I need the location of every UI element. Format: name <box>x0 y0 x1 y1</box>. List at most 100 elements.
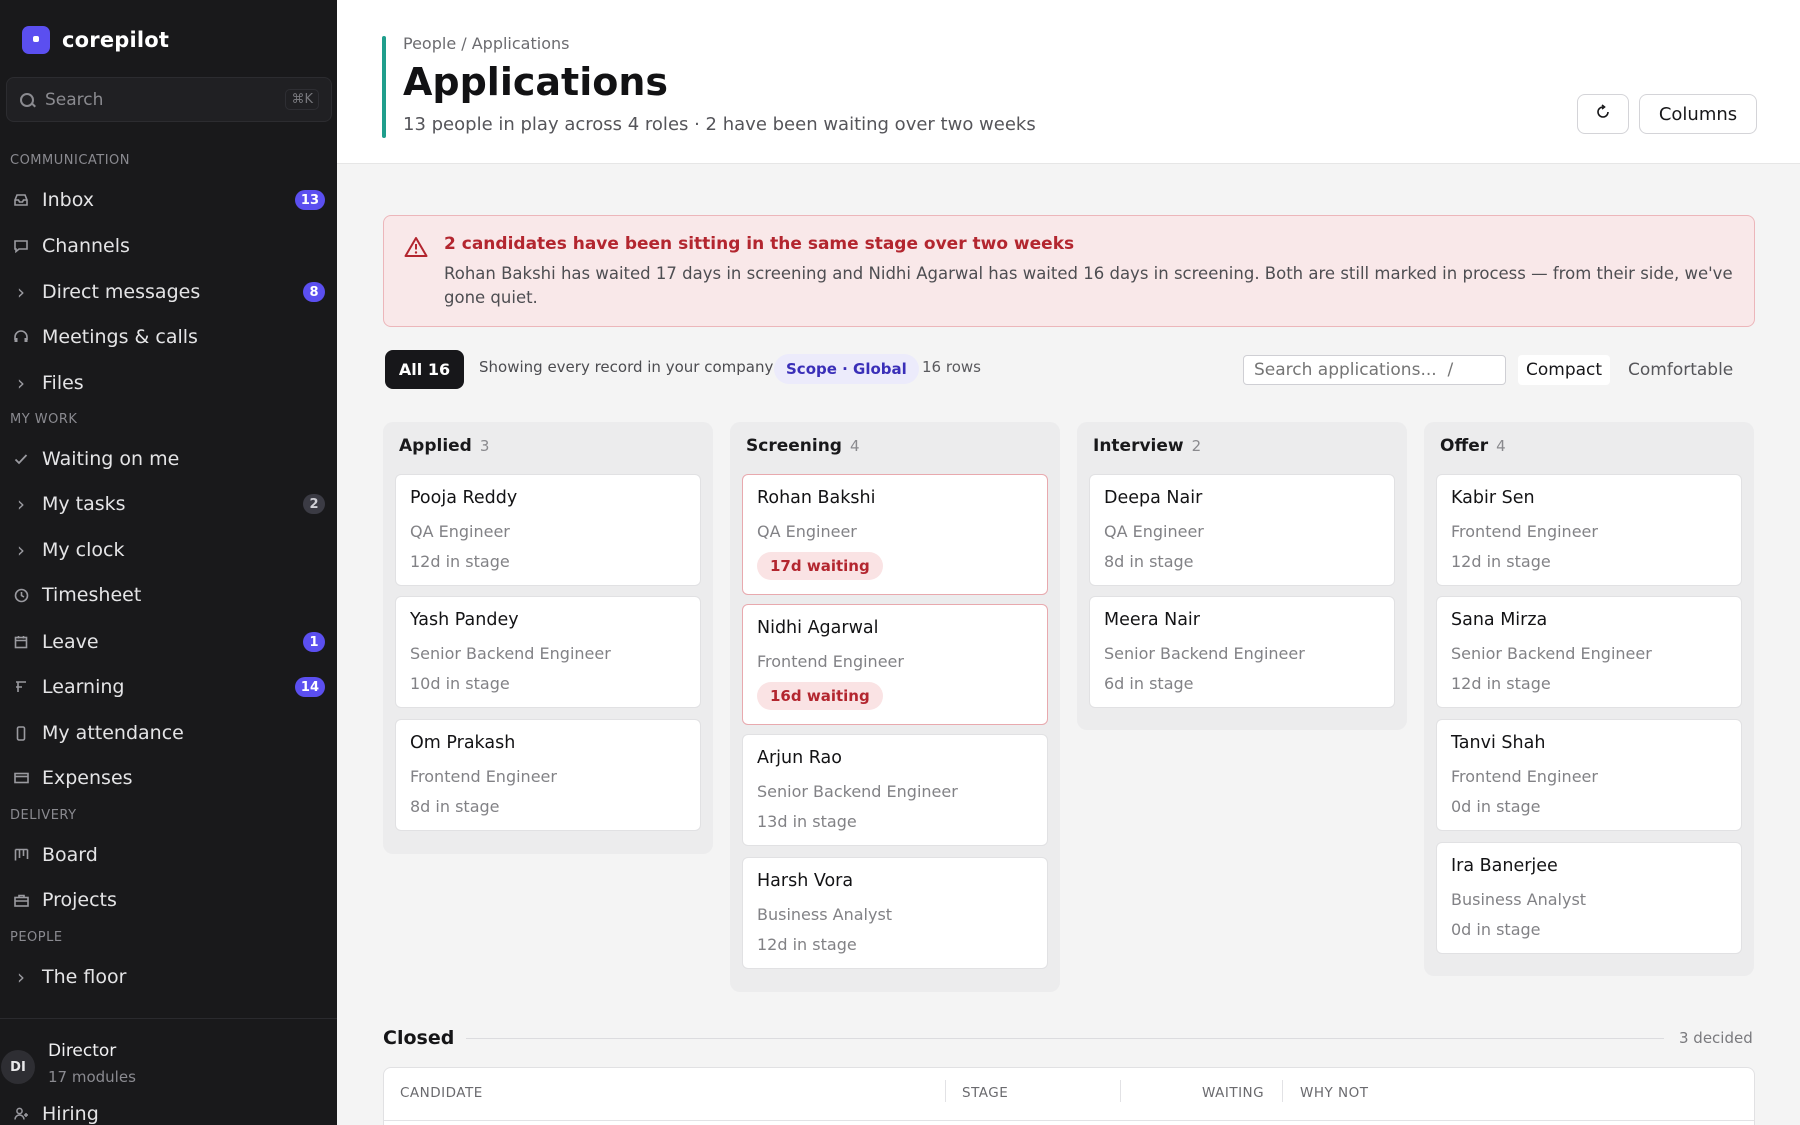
chevron-right-icon <box>12 283 30 301</box>
candidate-card[interactable]: Tanvi Shah Frontend Engineer 0d in stage <box>1436 719 1742 831</box>
candidate-card[interactable]: Yash Pandey Senior Backend Engineer 10d … <box>395 596 701 708</box>
candidate-card[interactable]: Nidhi Agarwal Frontend Engineer 16d wait… <box>742 604 1048 725</box>
th-why-not[interactable]: WHY NOT <box>1300 1085 1369 1101</box>
brand[interactable]: corepilot <box>22 26 169 54</box>
learning-badge: 14 <box>294 677 325 697</box>
sidebar-item-my-tasks[interactable]: My tasks 2 <box>0 484 337 524</box>
candidate-role: QA Engineer <box>410 522 510 541</box>
candidate-name: Meera Nair <box>1104 610 1200 630</box>
clock-icon <box>12 586 30 604</box>
candidate-card[interactable]: Rohan Bakshi QA Engineer 17d waiting <box>742 474 1048 595</box>
sidebar-item-my-attendance[interactable]: My attendance <box>0 713 337 753</box>
refresh-button[interactable] <box>1577 94 1629 134</box>
candidate-stage-time: 6d in stage <box>1104 674 1194 693</box>
sidebar-item-timesheet[interactable]: Timesheet <box>0 575 337 615</box>
candidate-card[interactable]: Sana Mirza Senior Backend Engineer 12d i… <box>1436 596 1742 708</box>
book-icon <box>12 678 30 696</box>
candidate-card[interactable]: Arjun Rao Senior Backend Engineer 13d in… <box>742 734 1048 846</box>
section-communication: COMMUNICATION <box>10 153 131 168</box>
candidate-stage-time: 8d in stage <box>1104 552 1194 571</box>
column-count: 3 <box>479 437 490 455</box>
avatar[interactable]: DI <box>1 1050 35 1084</box>
candidate-stage-time: 13d in stage <box>757 812 857 831</box>
candidate-role: QA Engineer <box>757 522 857 541</box>
chevron-right-icon <box>12 968 30 986</box>
closed-table: CANDIDATE STAGE WAITING WHY NOT <box>383 1067 1755 1125</box>
sidebar-item-projects[interactable]: Projects <box>0 880 337 920</box>
sidebar-item-hiring[interactable]: Hiring <box>0 1094 337 1125</box>
column-separator <box>1282 1080 1283 1102</box>
density-compact-toggle[interactable]: Compact <box>1518 355 1611 385</box>
th-candidate[interactable]: CANDIDATE <box>386 1085 483 1101</box>
candidate-card[interactable]: Harsh Vora Business Analyst 12d in stage <box>742 857 1048 969</box>
section-delivery: DELIVERY <box>10 808 77 823</box>
candidate-name: Om Prakash <box>410 733 516 753</box>
section-people: PEOPLE <box>10 930 63 945</box>
alert-body: Rohan Bakshi has waited 17 days in scree… <box>444 264 1733 307</box>
sidebar-item-inbox[interactable]: Inbox 13 <box>0 180 337 220</box>
density-comfortable-toggle[interactable]: Comfortable <box>1620 355 1741 385</box>
sidebar-item-files[interactable]: Files <box>0 363 337 403</box>
user-name: Director <box>48 1041 117 1061</box>
closed-section-title: Closed <box>383 1027 455 1049</box>
filter-all-pill[interactable]: All 16 <box>385 350 464 389</box>
candidate-role: Senior Backend Engineer <box>410 644 611 663</box>
sidebar-item-label: Meetings & calls <box>42 326 198 348</box>
headset-icon <box>12 328 30 346</box>
candidate-name: Kabir Sen <box>1451 488 1535 508</box>
chevron-right-icon <box>12 374 30 392</box>
candidate-card[interactable]: Om Prakash Frontend Engineer 8d in stage <box>395 719 701 831</box>
candidate-name: Yash Pandey <box>410 610 519 630</box>
sidebar-item-waiting-on-me[interactable]: Waiting on me <box>0 439 337 479</box>
candidate-card[interactable]: Kabir Sen Frontend Engineer 12d in stage <box>1436 474 1742 586</box>
table-header-divider <box>384 1120 1754 1121</box>
sidebar-item-label: Projects <box>42 889 117 911</box>
warning-icon <box>404 236 428 260</box>
column-title: Offer <box>1440 436 1489 456</box>
brand-name: corepilot <box>62 28 170 52</box>
candidate-role: Senior Backend Engineer <box>1104 644 1305 663</box>
candidate-card[interactable]: Deepa Nair QA Engineer 8d in stage <box>1089 474 1395 586</box>
candidate-name: Harsh Vora <box>757 871 854 891</box>
sidebar-item-label: Board <box>42 844 98 866</box>
candidate-stage-time: 12d in stage <box>1451 674 1551 693</box>
sidebar-item-label: Waiting on me <box>42 448 180 470</box>
search-applications-input[interactable] <box>1243 355 1506 385</box>
th-stage[interactable]: STAGE <box>962 1085 1008 1101</box>
candidate-stage-time: 0d in stage <box>1451 920 1541 939</box>
sidebar-item-channels[interactable]: Channels <box>0 226 337 266</box>
candidate-name: Arjun Rao <box>757 748 842 768</box>
sidebar-item-board[interactable]: Board <box>0 835 337 875</box>
sidebar-divider <box>0 1018 337 1019</box>
sidebar-item-direct-messages[interactable]: Direct messages 8 <box>0 272 337 312</box>
candidate-card[interactable]: Pooja Reddy QA Engineer 12d in stage <box>395 474 701 586</box>
columns-button[interactable]: Columns <box>1639 94 1757 134</box>
sidebar-item-expenses[interactable]: Expenses <box>0 758 337 798</box>
column-title: Interview <box>1093 436 1184 456</box>
breadcrumb[interactable]: People / Applications <box>403 34 569 53</box>
sidebar-item-leave[interactable]: Leave 1 <box>0 622 337 662</box>
scope-badge[interactable]: Scope · Global <box>774 354 919 384</box>
candidate-stage-time: 0d in stage <box>1451 797 1541 816</box>
sidebar: corepilot Search ⌘K COMMUNICATION Inbox … <box>0 0 337 1125</box>
sidebar-item-learning[interactable]: Learning 14 <box>0 667 337 707</box>
sidebar-item-my-clock[interactable]: My clock <box>0 530 337 570</box>
candidate-stage-time: 10d in stage <box>410 674 510 693</box>
sidebar-item-meetings[interactable]: Meetings & calls <box>0 317 337 357</box>
column-interview: Interview 2 Deepa Nair QA Engineer 8d in … <box>1077 422 1407 730</box>
user-plus-icon <box>12 1105 30 1123</box>
column-header: Screening 4 <box>746 436 860 456</box>
closed-divider <box>466 1038 1664 1039</box>
column-count: 2 <box>1191 437 1202 455</box>
column-title: Applied <box>399 436 472 456</box>
th-waiting[interactable]: WAITING <box>1202 1085 1264 1101</box>
candidate-stage-time: 12d in stage <box>757 935 857 954</box>
candidate-card[interactable]: Meera Nair Senior Backend Engineer 6d in… <box>1089 596 1395 708</box>
sidebar-item-the-floor[interactable]: The floor <box>0 957 337 997</box>
showing-text: Showing every record in your company <box>479 358 774 376</box>
candidate-name: Pooja Reddy <box>410 488 518 508</box>
sidebar-search[interactable]: Search ⌘K <box>6 77 332 122</box>
inbox-badge: 13 <box>294 190 325 210</box>
candidate-card[interactable]: Ira Banerjee Business Analyst 0d in stag… <box>1436 842 1742 954</box>
tasks-badge: 2 <box>303 494 325 514</box>
